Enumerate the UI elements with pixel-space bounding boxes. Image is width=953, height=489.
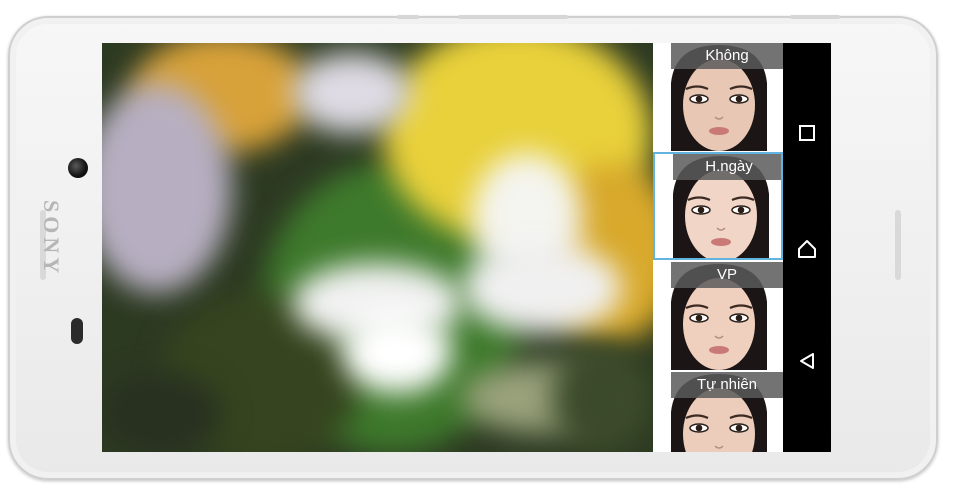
power-button[interactable] [790, 15, 840, 19]
home-icon [798, 240, 816, 258]
proximity-sensor [71, 318, 83, 344]
effect-item[interactable]: VP [653, 262, 783, 370]
square-icon [799, 125, 815, 141]
recents-button[interactable] [791, 117, 823, 149]
navigation-bar [783, 43, 831, 452]
volume-button[interactable] [458, 15, 568, 19]
effect-item[interactable]: H.ngày [653, 152, 783, 260]
top-sensor [397, 15, 419, 19]
camera-viewfinder[interactable] [102, 43, 653, 452]
back-triangle-icon [800, 353, 814, 369]
speaker-grille-right [895, 210, 901, 280]
screen: Không H.ngày VP Tự nhiên [102, 43, 831, 452]
front-camera [68, 158, 88, 178]
back-button[interactable] [791, 345, 823, 377]
effect-label: H.ngày [673, 154, 781, 180]
effect-item[interactable]: Tự nhiên [653, 372, 783, 452]
effect-item[interactable]: Không [653, 43, 783, 151]
brand-logo: SONY [39, 200, 64, 278]
effects-panel: Không H.ngày VP Tự nhiên [653, 43, 783, 452]
home-button[interactable] [791, 233, 823, 265]
effect-label: VP [671, 262, 783, 288]
effect-label: Tự nhiên [671, 372, 783, 398]
effect-label: Không [671, 43, 783, 69]
